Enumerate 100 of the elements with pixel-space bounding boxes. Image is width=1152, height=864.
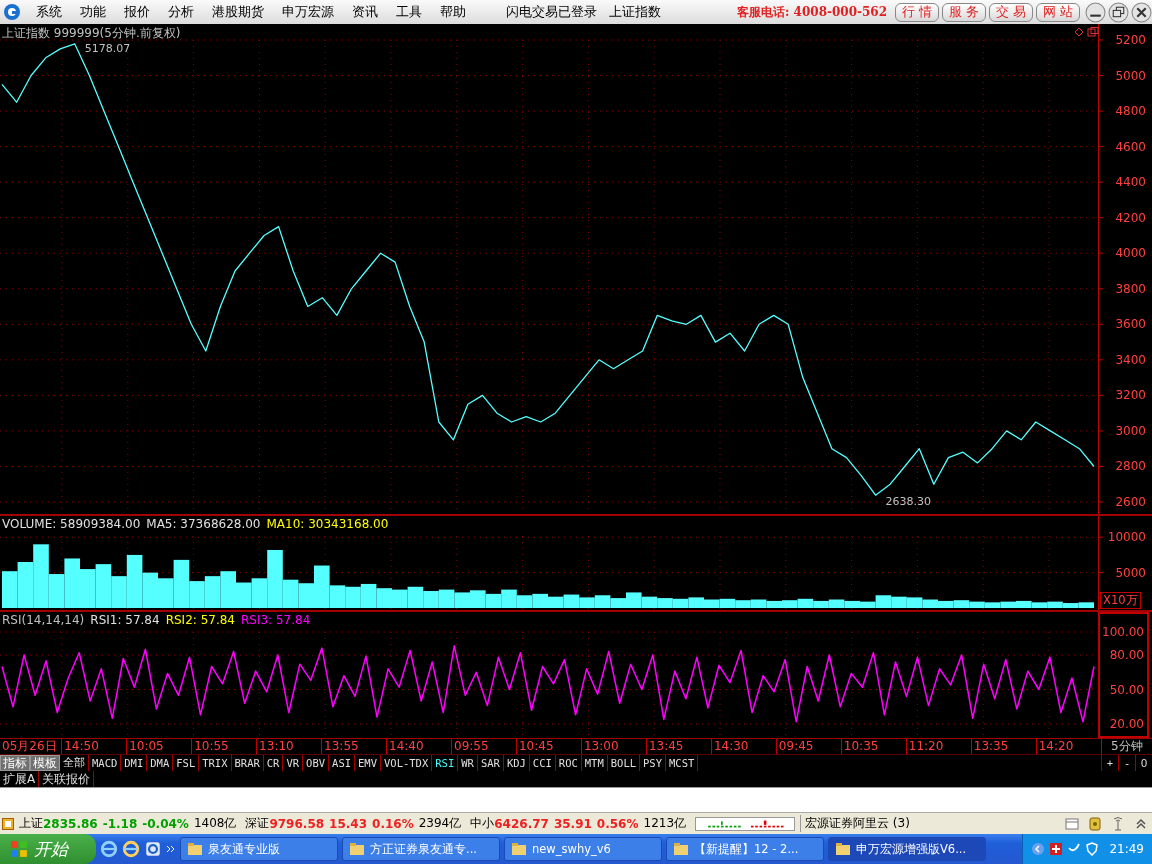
index-percent: -0.04% [142, 816, 189, 831]
axis-label: 5200 [1098, 33, 1146, 47]
taskbar-button[interactable]: new_swhy_v6 [504, 837, 662, 861]
indicator-tab[interactable]: OBV [303, 755, 330, 771]
time-label: 05月26日 [1, 739, 58, 754]
menu-item[interactable]: 功能 [71, 3, 115, 21]
server-name[interactable]: 宏源证券阿里云 (3) [800, 815, 910, 832]
index-change: 15.43 [329, 816, 368, 831]
indicator-tab[interactable]: DMI [121, 755, 148, 771]
quick-button[interactable]: 行 情 [895, 2, 940, 22]
y-tick-label: 4000 [1115, 246, 1146, 261]
extra-tab[interactable]: 扩展A [0, 771, 40, 787]
y-tick-label: 5200 [1115, 33, 1146, 47]
price-annotation: 2638.30 [885, 495, 932, 509]
chart-title: 上证指数 999999(5分钟.前复权) [2, 25, 181, 42]
menu-item[interactable]: 分析 [159, 3, 203, 21]
y-tick-label: 3600 [1115, 317, 1146, 332]
axis-label: 20.00 [1109, 717, 1144, 731]
price-annotation: 5178.07 [84, 41, 131, 55]
menu-item[interactable]: 港股期货 [203, 3, 273, 21]
index-change: 35.91 [553, 816, 592, 831]
indicator-tab[interactable]: MACD [89, 755, 122, 771]
axis-label: 5000 [1098, 565, 1146, 580]
current-index[interactable]: 上证指数 [603, 3, 667, 21]
axis-label: 2600 [1098, 495, 1146, 509]
y-tick-label: 3800 [1115, 281, 1146, 296]
taskbar-button[interactable]: 方正证券泉友通专... [342, 837, 500, 861]
axis-label: 3600 [1098, 317, 1146, 332]
indicator-tab[interactable]: ASI [329, 755, 356, 771]
axis-label: 3400 [1098, 352, 1146, 367]
login-status: 闪电交易已登录 [505, 3, 598, 21]
axis-label: 2800 [1098, 459, 1146, 474]
y-tick-label: 4400 [1115, 175, 1146, 190]
taskbar-button[interactable]: 【新提醒】12 - 2... [666, 837, 824, 861]
indicator-tab[interactable]: MCST [666, 755, 699, 771]
quick-button[interactable]: 服 务 [942, 2, 987, 22]
y-tick-label: 3400 [1115, 352, 1146, 367]
axis-label: 5000 [1098, 68, 1146, 83]
axis-label: 4400 [1098, 175, 1146, 190]
taskbar-button[interactable]: 泉友通专业版 [180, 837, 338, 861]
axis-label: 100.00 [1102, 625, 1144, 639]
y-tick-label: 4600 [1115, 139, 1146, 154]
rsi2-label: RSI2: 57.84 [165, 613, 235, 627]
indicator-tab[interactable]: WR [458, 755, 478, 771]
index-value: 6426.77 [494, 816, 549, 831]
rsi-label: RSI(14,14,14) [2, 613, 85, 627]
rsi3-label: RSI3: 57.84 [241, 613, 311, 627]
y-tick-label: 3200 [1115, 388, 1146, 403]
panel-button[interactable]: 指标 [0, 755, 30, 771]
index-name: 深证 [245, 815, 270, 832]
axis-label: 3200 [1098, 388, 1146, 403]
menu-item[interactable]: 资讯 [343, 3, 387, 21]
rsi1-label: RSI1: 57.84 [90, 613, 160, 627]
menu-item[interactable]: 报价 [115, 3, 159, 21]
clock: 21:49 [1109, 842, 1144, 856]
index-name: 中小 [470, 815, 495, 832]
y-tick-label: 3000 [1115, 423, 1146, 438]
menu-item[interactable]: 帮助 [431, 3, 475, 21]
y-tick-label: 5000 [1115, 68, 1146, 83]
y-tick-label: 4800 [1115, 104, 1146, 119]
menu-item[interactable]: 系统 [27, 3, 71, 21]
indicator-tab[interactable]: TRIX [199, 755, 232, 771]
axis-label: 4000 [1098, 246, 1146, 261]
y-tick-label: 2800 [1115, 459, 1146, 474]
unit-label: X10万 [1100, 592, 1141, 609]
axis-label: 50.00 [1109, 682, 1144, 697]
menu-item[interactable]: 工具 [387, 3, 431, 21]
axis-label: 3000 [1098, 423, 1146, 438]
quick-button[interactable]: 交 易 [989, 2, 1033, 22]
y-tick-label: 4200 [1115, 210, 1146, 225]
indicator-tab[interactable]: DMA [147, 755, 174, 771]
y-tick-label: 5000 [1115, 565, 1146, 580]
axis-label: 10000 [1098, 530, 1146, 545]
extra-tab[interactable]: 关联报价 [39, 771, 95, 787]
indicator-tab[interactable]: VR [283, 755, 304, 771]
y-tick-label: 2600 [1115, 495, 1146, 509]
ma10-label: MA10: 30343168.00 [266, 517, 389, 531]
axis-label: 4600 [1098, 139, 1146, 154]
index-change: -1.18 [102, 816, 138, 831]
index-amount: 2394亿 [418, 815, 462, 832]
menu-item[interactable]: 申万宏源 [273, 3, 343, 21]
index-value: 2835.86 [43, 816, 98, 831]
axis-label: 80.00 [1109, 648, 1144, 662]
axis-label: 3800 [1098, 281, 1146, 296]
y-tick-label: 10000 [1107, 530, 1146, 545]
index-value: 9796.58 [269, 816, 325, 831]
indicator-tab[interactable]: RSI [432, 755, 459, 771]
panel-button[interactable]: 模板 [30, 755, 60, 771]
quick-button[interactable]: 网 站 [1036, 2, 1080, 22]
index-percent: 0.56% [596, 816, 639, 831]
indicator-tab[interactable]: VOL-TDX [381, 755, 433, 771]
index-amount: 1213亿 [643, 815, 687, 832]
index-percent: 0.16% [372, 816, 414, 831]
ma5-label: MA5: 37368628.00 [146, 517, 261, 531]
volume-label: VOLUME: 58909384.00 [2, 517, 141, 531]
index-name: 上证 [19, 815, 43, 832]
taskbar-button[interactable]: 申万宏源增强版V6... [828, 837, 986, 861]
hotline-text: 客服电话: 4008-000-562 [737, 3, 888, 21]
index-amount: 1408亿 [193, 815, 237, 832]
indicator-tab[interactable]: 全部 [60, 755, 89, 771]
